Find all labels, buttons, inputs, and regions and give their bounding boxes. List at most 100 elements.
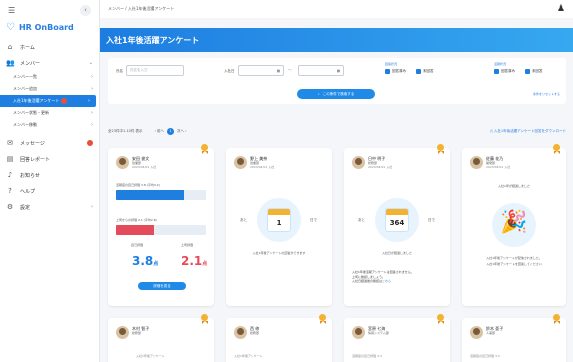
checkbox-label: 回答済み <box>501 69 515 73</box>
checkbox-checked-icon <box>525 69 530 74</box>
app-root: ☰ ‹ ♡ HR OnBoard ⌂ ホーム 👥 メンバー ⌄ メンバー一覧 ›… <box>0 0 573 362</box>
member-card[interactable]: 鈴木 亜子 人事部 活躍度の自己評価 3.3 <box>462 314 566 362</box>
next-page-button[interactable]: 次へ › <box>177 129 187 134</box>
checkbox-checked-icon <box>385 69 390 74</box>
party-popper-icon: 🎉 <box>500 210 528 235</box>
checkbox-answered[interactable]: 回答済み <box>385 69 406 74</box>
sidebar-item-message[interactable]: ✉ メッセージ <box>0 135 99 151</box>
ribbon-icon <box>201 314 208 324</box>
next-label: 次へ <box>177 128 185 133</box>
notice-link[interactable]: こちら <box>382 279 391 283</box>
sidebar-subitem-member-list[interactable]: メンバー一覧 › <box>0 71 99 83</box>
date-to-input[interactable]: ▦ <box>298 65 344 76</box>
member-card[interactable]: 佐藤 花乃 開発部 2023/04/01 入社 入社1年が経過しました 🎉 入社… <box>462 144 566 306</box>
self-score-label: 自己評価 <box>131 243 144 247</box>
sidebar-subitem-member-add[interactable]: メンバー追加 › <box>0 83 99 95</box>
sidebar-item-home[interactable]: ⌂ ホーム <box>0 39 99 55</box>
answer-status-label: 回答状況 <box>385 62 398 66</box>
sidebar-subitem-member-move[interactable]: メンバー移動 › <box>0 119 99 131</box>
prev-page-button[interactable]: ‹ 前へ <box>155 129 165 134</box>
logo-heart-icon: ♡ <box>6 22 15 33</box>
sidebar-subitem-member-status[interactable]: メンバー状態・更新 › <box>0 107 99 119</box>
collapse-sidebar-icon[interactable]: ‹ <box>80 4 91 16</box>
sidebar-item-help[interactable]: ? ヘルプ <box>0 183 99 199</box>
avatar <box>470 156 483 169</box>
chevron-right-icon: › <box>91 86 93 92</box>
avatar <box>234 326 247 339</box>
boss-eval-bar <box>116 225 206 235</box>
ribbon-icon <box>201 144 208 154</box>
card-message: 入社1年後アンケートが配信されました。 <box>486 256 542 260</box>
checkbox-checked-icon <box>494 69 499 74</box>
search-button[interactable]: ⌕ この条件で検索する <box>297 89 375 99</box>
ribbon-icon <box>437 144 444 154</box>
notice-text: 入社日経過後の確認は <box>352 279 383 283</box>
member-card[interactable]: 野上 美奈 営業部 2023/04/01 入社 1 あと 日で 入社1年後アンケ… <box>226 148 332 306</box>
days-left-label: あと <box>358 218 365 222</box>
page-header: 入社1年後活躍アンケート <box>100 28 573 52</box>
name-input[interactable]: 氏名を入力 <box>126 65 184 76</box>
user-avatar-icon[interactable]: ♟ <box>557 4 565 14</box>
calendar-icon: ▦ <box>336 68 340 73</box>
menu-icon[interactable]: ☰ <box>8 6 15 15</box>
users-icon: 👥 <box>6 59 15 67</box>
breadcrumb[interactable]: メンバー / 入社1年後活躍アンケート <box>108 6 174 12</box>
sidebar-subitem-label: 入社1年後活躍アンケート <box>13 98 60 103</box>
checkbox-active-yes[interactable]: 回答済み <box>494 69 515 74</box>
chevron-right-icon: › <box>91 204 93 210</box>
sidebar-item-settings[interactable]: ⚙ 設定 › <box>0 199 99 215</box>
sidebar-item-label: ホーム <box>20 44 35 51</box>
app-name: HR OnBoard <box>18 23 74 32</box>
sidebar-item-label: メッセージ <box>20 140 45 147</box>
self-eval-bar <box>116 190 206 200</box>
pagination: ‹ 前へ 1 次へ › <box>155 127 187 135</box>
search-button-label: この条件で検索する <box>322 91 355 96</box>
top-bar: メンバー / 入社1年後活躍アンケート ♟ <box>100 0 573 18</box>
member-dept: 総務部 <box>132 331 142 335</box>
member-card[interactable]: 安田 俊文 営業部 2023/04/01 入社 活躍度の自己評価 3.8 (平均… <box>108 144 214 306</box>
current-page[interactable]: 1 <box>167 127 175 135</box>
member-card[interactable]: 西 修 総務部 入社1年後アンケート <box>226 314 332 362</box>
sidebar-subitem-survey[interactable]: 入社1年後活躍アンケート › <box>0 95 96 107</box>
member-dept: 情報システム部 <box>368 331 389 335</box>
notice-line: 入社日経過後の確認はこちら <box>352 279 444 284</box>
detail-button[interactable]: 詳細を見る <box>138 282 186 290</box>
days-left-label: あと <box>240 218 247 222</box>
self-eval-bar-fill <box>116 190 185 200</box>
member-sub: 活躍度の自己評価 3.3 <box>470 354 500 358</box>
sidebar-item-members[interactable]: 👥 メンバー ⌄ <box>0 55 99 71</box>
date-from-input[interactable]: ▦ <box>238 65 284 76</box>
member-join-date: 2023/04/01 入社 <box>132 165 157 169</box>
self-score-value: 3.8 <box>132 254 154 268</box>
card-message: 入社1年が経過しました <box>498 184 530 188</box>
avatar <box>116 156 129 169</box>
sidebar-item-label: 回答レポート <box>20 156 51 163</box>
member-card[interactable]: 宮原 七海 情報システム部 活躍度の自己評価 3.3 <box>344 314 450 362</box>
ribbon-icon <box>319 314 326 324</box>
checkbox-active-no[interactable]: 未回答 <box>525 69 543 74</box>
member-card[interactable]: 木村 智子 総務部 入社1年後アンケート <box>108 314 214 362</box>
card-message: 入社日が経過しました <box>381 251 412 255</box>
sidebar-item-notice[interactable]: ♪ お知らせ <box>0 167 99 183</box>
member-card[interactable]: 日中 明子 総務部 2023/04/01 入社 364 あと 日で 入社日が経過… <box>344 144 450 306</box>
score-unit: 点 <box>202 261 208 267</box>
download-link[interactable]: ⎙ 入社1年後活躍アンケート回答をダウンロード <box>490 129 566 134</box>
chevron-right-icon: › <box>88 98 90 104</box>
list-toolbar: 全23件中1-10件 表示 ‹ 前へ 1 次へ › ⎙ 入社1年後活躍アンケート… <box>108 126 566 136</box>
sidebar-item-report[interactable]: ▤ 回答レポート <box>0 151 99 167</box>
sidebar-item-label: お知らせ <box>20 172 40 179</box>
date-range-separator: 〜 <box>288 68 292 72</box>
prev-label: 前へ <box>157 128 165 133</box>
member-join-date: 2023/04/01 入社 <box>368 165 393 169</box>
sidebar-subitem-label: メンバー追加 <box>13 86 37 91</box>
bell-icon: ♪ <box>7 171 13 179</box>
checkbox-label: 回答済み <box>392 69 406 73</box>
reset-filter-link[interactable]: 条件をリセットする <box>533 92 560 96</box>
checkbox-label: 未回答 <box>423 69 434 73</box>
boss-eval-bar-fill <box>116 225 154 235</box>
name-label: 氏名 <box>116 69 123 73</box>
sidebar-subitem-label: メンバー移動 <box>13 122 37 127</box>
checkbox-unanswered[interactable]: 未回答 <box>416 69 434 74</box>
ribbon-icon <box>553 144 560 154</box>
chevron-right-icon: › <box>91 122 93 128</box>
